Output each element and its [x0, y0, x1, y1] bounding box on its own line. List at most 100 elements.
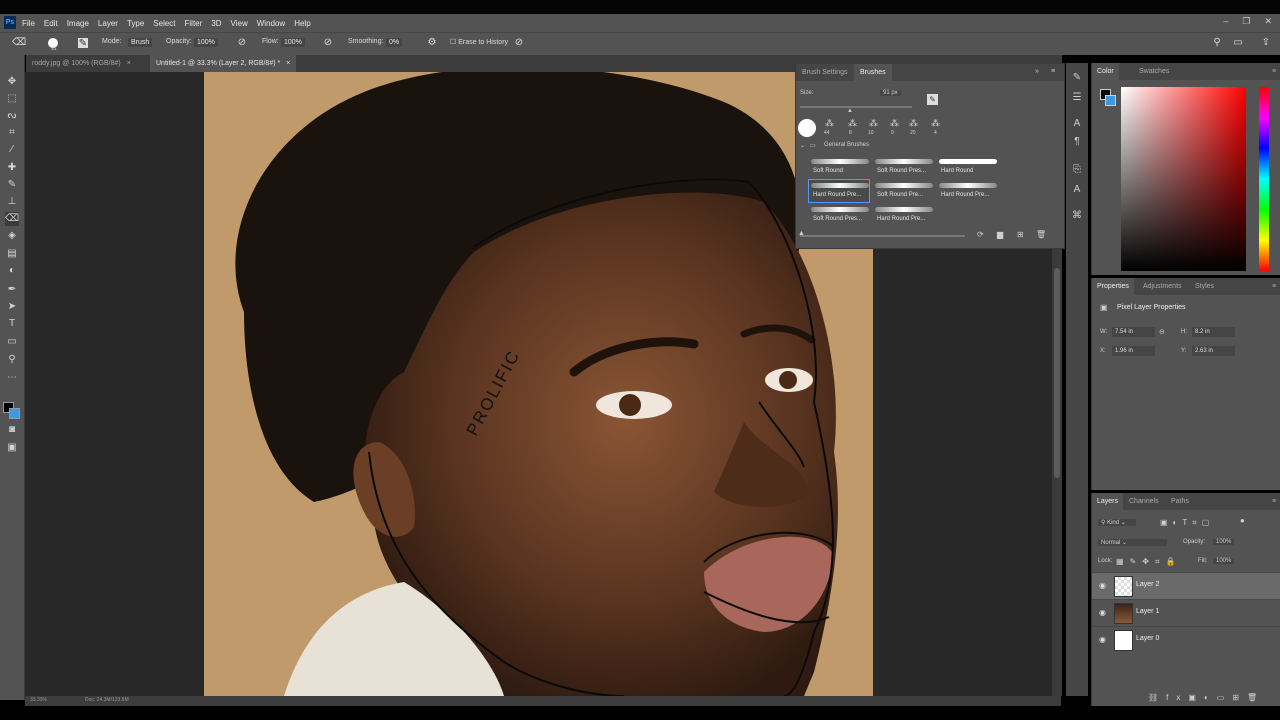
path-selection-icon[interactable]: ➤	[5, 300, 19, 314]
tab-adjustments[interactable]: Adjustments	[1138, 278, 1187, 295]
filter-toggle-icon[interactable]: ●	[1240, 516, 1245, 525]
panel-menu-icon[interactable]: ≡	[1051, 68, 1055, 75]
menu-image[interactable]: Image	[67, 19, 89, 28]
tab-properties[interactable]: Properties	[1092, 278, 1134, 295]
minimize-button[interactable]: –	[1223, 16, 1228, 27]
fill-input[interactable]: 100%	[1213, 558, 1235, 564]
layer-opacity-input[interactable]: 100%	[1213, 539, 1235, 545]
new-brush-icon[interactable]: ⊞	[1017, 230, 1024, 239]
brush-soft-round-pressure[interactable]: Soft Round Pres...	[873, 156, 933, 178]
close-tab-icon[interactable]: ×	[127, 60, 131, 67]
brush-soft-round-pressure-2[interactable]: Soft Round Pre...	[873, 180, 933, 202]
size-slider[interactable]	[800, 106, 912, 108]
restore-button[interactable]: ❐	[1242, 16, 1250, 27]
color-field[interactable]	[1121, 87, 1246, 271]
clone-source-icon[interactable]: ⎘	[1070, 163, 1084, 177]
visibility-eye-icon[interactable]: ◉	[1099, 608, 1106, 617]
layer-row-layer-0[interactable]: ◉ Layer 0	[1092, 626, 1280, 653]
new-group-folder-icon[interactable]: ▆	[997, 230, 1003, 239]
character-icon[interactable]: A	[1070, 117, 1084, 131]
adjustments-icon[interactable]: ☰	[1070, 91, 1084, 105]
brush-group-general[interactable]: ⌄ ▭ General Brushes	[796, 140, 1056, 152]
width-field[interactable]: 7.54 in	[1112, 327, 1155, 337]
layer-footer-buttons[interactable]: ⛓fx▣◐▭⊞🗑	[1148, 693, 1265, 702]
workspace-icon[interactable]: ▭	[1232, 37, 1244, 49]
panel-menu-icon[interactable]: ≡	[1267, 493, 1280, 510]
panel-menu-icon[interactable]: ≡	[1267, 278, 1280, 295]
lasso-tool-icon[interactable]: ᔓ	[5, 109, 19, 123]
x-field[interactable]: 1.96 in	[1112, 346, 1155, 356]
lock-icons[interactable]: ▦✎✥⌗🔒	[1116, 557, 1181, 567]
smoothing-input[interactable]: 0%	[386, 38, 403, 47]
search-icon[interactable]: ⚲	[1211, 37, 1223, 49]
size-slider-handle[interactable]: ▲	[847, 108, 853, 114]
brush-hard-round-pressure-3[interactable]: Hard Round Pre...	[873, 204, 933, 226]
libraries-icon[interactable]: ⌘	[1070, 209, 1084, 223]
y-field[interactable]: 2.63 in	[1192, 346, 1235, 356]
menu-view[interactable]: View	[231, 19, 248, 28]
tab-layers[interactable]: Layers	[1092, 493, 1124, 510]
visibility-eye-icon[interactable]: ◉	[1099, 635, 1106, 644]
menu-window[interactable]: Window	[257, 19, 285, 28]
recent-brush-icon[interactable]: ⁂	[848, 118, 857, 129]
dodge-tool-icon[interactable]: ◐	[5, 264, 19, 278]
rectangle-tool-icon[interactable]: ▭	[5, 335, 19, 349]
portrait-canvas[interactable]: PROLIFIC	[204, 72, 873, 696]
tab-brush-settings[interactable]: Brush Settings	[796, 64, 854, 81]
layer-row-layer-2[interactable]: ◉ Layer 2	[1092, 572, 1280, 599]
height-field[interactable]: 8.2 in	[1192, 327, 1235, 337]
tab-styles[interactable]: Styles	[1190, 278, 1219, 295]
marquee-tool-icon[interactable]: ⬚	[5, 92, 19, 106]
recent-brush-icon[interactable]: ⁂	[909, 118, 918, 129]
quick-mask-icon[interactable]: ◙	[5, 423, 19, 437]
erase-to-history-checkbox[interactable]: ☐ Erase to History	[450, 38, 508, 46]
recent-brush-icon[interactable]: ⁂	[869, 118, 878, 129]
delete-brush-icon[interactable]: 🗑	[1036, 230, 1046, 239]
eraser-tool-icon[interactable]: ⌫	[12, 37, 26, 49]
recent-brush-icon[interactable]: ⁂	[931, 118, 940, 129]
background-color-swatch[interactable]	[1105, 95, 1116, 106]
brush-soft-round[interactable]: Soft Round	[809, 156, 869, 178]
tab-color[interactable]: Color	[1092, 63, 1119, 80]
canvas-vertical-scrollbar[interactable]	[1052, 248, 1062, 696]
airbrush-icon[interactable]: ⊘	[322, 37, 334, 49]
collapse-panel-icon[interactable]: »	[1035, 68, 1039, 75]
menu-edit[interactable]: Edit	[44, 19, 58, 28]
smoothing-settings-gear-icon[interactable]: ⚙	[426, 37, 438, 49]
hue-slider[interactable]	[1259, 87, 1269, 271]
preview-size-slider[interactable]	[800, 235, 965, 237]
document-tab-roddy[interactable]: roddy.jpg @ 100% (RGB/8#) ×	[26, 55, 137, 72]
size-input[interactable]: 91 px	[880, 90, 901, 96]
scrollbar-thumb[interactable]	[1054, 268, 1060, 478]
recent-brush-icon[interactable]: ⁂	[825, 118, 834, 129]
zoom-tool-icon[interactable]: ⚲	[5, 353, 19, 367]
more-tools-icon[interactable]: ⋯	[5, 371, 19, 385]
pressure-size-icon[interactable]: ⊘	[513, 37, 525, 49]
opacity-input[interactable]: 100%	[194, 38, 218, 47]
type-tool-icon[interactable]: T	[5, 317, 19, 331]
tab-swatches[interactable]: Swatches	[1134, 63, 1174, 80]
layer-filter-icons[interactable]: ▣◐T⌗▢	[1160, 518, 1214, 528]
mode-select[interactable]: Brush	[128, 38, 153, 47]
eraser-tool-icon[interactable]: ⌫	[5, 212, 19, 226]
tab-brushes[interactable]: Brushes	[854, 64, 892, 81]
tab-channels[interactable]: Channels	[1124, 493, 1164, 510]
close-tab-icon[interactable]: ×	[286, 60, 290, 67]
clone-stamp-icon[interactable]: ⊥	[5, 195, 19, 209]
gradient-tool-icon[interactable]: ▤	[5, 247, 19, 261]
brush-hard-round-pressure-2[interactable]: Hard Round Pre...	[937, 180, 997, 202]
brush-tool-icon[interactable]: ✎	[5, 178, 19, 192]
zoom-level[interactable]: 33.33%	[30, 697, 47, 703]
eyedropper-tool-icon[interactable]: ⁄	[5, 143, 19, 157]
flow-input[interactable]: 100%	[281, 38, 305, 47]
layer-row-layer-1[interactable]: ◉ Layer 1	[1092, 599, 1280, 626]
document-tab-untitled[interactable]: Untitled-1 @ 33.3% (Layer 2, RGB/8#) * ×	[150, 55, 297, 72]
move-tool-icon[interactable]: ✥	[5, 75, 19, 89]
menu-3d[interactable]: 3D	[211, 19, 221, 28]
recent-brush-round[interactable]	[798, 119, 816, 137]
brush-hard-round[interactable]: Hard Round	[937, 156, 997, 178]
paragraph-icon[interactable]: ¶	[1070, 135, 1084, 149]
menu-file[interactable]: File	[22, 19, 35, 28]
menu-select[interactable]: Select	[153, 19, 175, 28]
recent-brush-icon[interactable]: ⁂	[890, 118, 899, 129]
